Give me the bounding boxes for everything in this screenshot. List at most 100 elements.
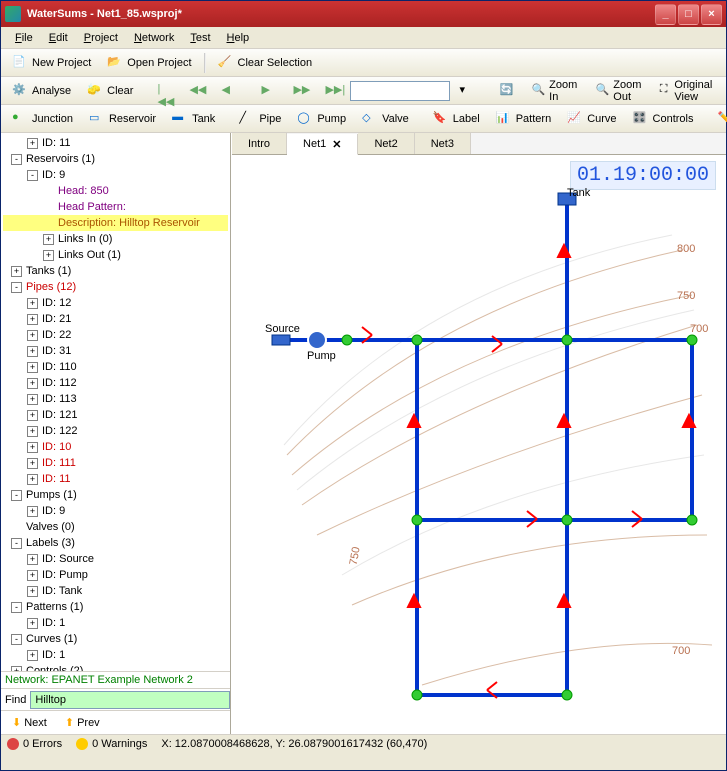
tree-expander[interactable]: + [27, 394, 38, 405]
maximize-button[interactable]: □ [678, 4, 699, 25]
network-canvas[interactable]: 01.19:00:00 [232, 155, 726, 734]
tree-row[interactable]: +Links Out (1) [3, 247, 228, 263]
find-input[interactable] [30, 691, 230, 709]
tree-row[interactable]: +ID: 113 [3, 391, 228, 407]
minimize-button[interactable]: _ [655, 4, 676, 25]
tab-net1[interactable]: Net1✕ [287, 134, 358, 155]
menu-edit[interactable]: Edit [41, 30, 76, 46]
tree-expander[interactable]: + [27, 474, 38, 485]
tree-row[interactable]: +ID: 10 [3, 439, 228, 455]
new-project-button[interactable]: 📄New Project [5, 52, 98, 74]
tree-row[interactable]: -Reservoirs (1) [3, 151, 228, 167]
tree-expander[interactable]: - [11, 602, 22, 613]
original-view-button[interactable]: ⛶Original View [653, 80, 725, 102]
tree-row[interactable]: +ID: Source [3, 551, 228, 567]
close-button[interactable]: × [701, 4, 722, 25]
curve-button[interactable]: 📈Curve [560, 108, 623, 130]
menu-file[interactable]: File [7, 30, 41, 46]
tree-row[interactable]: +Tanks (1) [3, 263, 228, 279]
clear-selection-button[interactable]: 🧹Clear Selection [211, 52, 320, 74]
tab-net3[interactable]: Net3 [415, 133, 471, 154]
tab-net2[interactable]: Net2 [358, 133, 414, 154]
tree-expander[interactable]: + [27, 362, 38, 373]
tree-expander[interactable]: + [27, 410, 38, 421]
valve-button[interactable]: ◇Valve [355, 108, 416, 130]
tree-row[interactable]: +ID: 110 [3, 359, 228, 375]
tree-row[interactable]: +ID: 9 [3, 503, 228, 519]
tree-row[interactable]: +ID: 31 [3, 343, 228, 359]
find-prev-button[interactable]: ⬆Prev [58, 713, 107, 732]
tree-expander[interactable]: - [11, 490, 22, 501]
tree-expander[interactable]: - [11, 634, 22, 645]
tree-expander[interactable]: - [27, 170, 38, 181]
time-dropdown-button[interactable]: ▾ [452, 80, 482, 102]
analyse-button[interactable]: ⚙️Analyse [5, 80, 78, 102]
tree-row[interactable]: -Curves (1) [3, 631, 228, 647]
fwd-button[interactable]: ▶▶ [286, 80, 316, 102]
tree-row[interactable]: +Links In (0) [3, 231, 228, 247]
menu-test[interactable]: Test [182, 30, 218, 46]
errors-status[interactable]: 0 Errors [7, 738, 62, 750]
tree-expander[interactable]: + [27, 138, 38, 149]
tree-expander[interactable]: + [27, 378, 38, 389]
tree-expander[interactable]: + [27, 570, 38, 581]
tree-row[interactable]: +ID: 1 [3, 615, 228, 631]
tree-row[interactable]: Valves (0) [3, 519, 228, 535]
tree-expander[interactable]: - [11, 282, 22, 293]
clear-button[interactable]: 🧽Clear [80, 80, 140, 102]
controls-button[interactable]: 🎛️Controls [626, 108, 701, 130]
tree-expander[interactable]: + [27, 618, 38, 629]
tree-expander[interactable]: + [27, 442, 38, 453]
tree-row[interactable]: Head: 850 [3, 183, 228, 199]
tree-expander[interactable]: + [43, 234, 54, 245]
tree-expander[interactable]: + [27, 330, 38, 341]
rewind-button[interactable]: ◀◀ [182, 80, 212, 102]
tree-row[interactable]: Head Pattern: [3, 199, 228, 215]
tree-row[interactable]: -Labels (3) [3, 535, 228, 551]
refresh-button[interactable]: 🔄 [492, 80, 522, 102]
tree-row[interactable]: +ID: 11 [3, 135, 228, 151]
tree-view[interactable]: +ID: 11-Reservoirs (1)-ID: 9Head: 850Hea… [1, 133, 230, 671]
tree-expander[interactable]: + [27, 586, 38, 597]
menu-help[interactable]: Help [219, 30, 258, 46]
tab-close-icon[interactable]: ✕ [332, 138, 341, 151]
tree-expander[interactable]: - [11, 538, 22, 549]
tree-row[interactable]: +ID: 12 [3, 295, 228, 311]
tree-row[interactable]: +ID: Pump [3, 567, 228, 583]
tree-row[interactable]: +ID: 21 [3, 311, 228, 327]
find-next-button[interactable]: ⬇Next [5, 713, 54, 732]
tree-row[interactable]: -Patterns (1) [3, 599, 228, 615]
tree-expander[interactable]: + [27, 314, 38, 325]
tree-row[interactable]: +ID: 11 [3, 471, 228, 487]
tree-expander[interactable]: - [11, 154, 22, 165]
pump-button[interactable]: ◯Pump [290, 108, 353, 130]
pipe-button[interactable]: ╱Pipe [232, 108, 288, 130]
tree-row[interactable]: Description: Hilltop Reservoir [3, 215, 228, 231]
tree-row[interactable]: +ID: 122 [3, 423, 228, 439]
pattern-button[interactable]: 📊Pattern [489, 108, 558, 130]
tree-expander[interactable]: + [27, 458, 38, 469]
tree-row[interactable]: +ID: Tank [3, 583, 228, 599]
tree-row[interactable]: +ID: 22 [3, 327, 228, 343]
tank-button[interactable]: ▬Tank [165, 108, 222, 130]
menu-network[interactable]: Network [126, 30, 182, 46]
rewind-full-button[interactable]: |◀◀ [150, 80, 180, 102]
tree-row[interactable]: +Controls (2) [3, 663, 228, 671]
tree-expander[interactable]: + [27, 426, 38, 437]
menu-project[interactable]: Project [76, 30, 126, 46]
tree-row[interactable]: -Pipes (12) [3, 279, 228, 295]
tree-expander[interactable]: + [11, 266, 22, 277]
reservoir-button[interactable]: ▭Reservoir [82, 108, 163, 130]
tree-row[interactable]: -Pumps (1) [3, 487, 228, 503]
tree-expander[interactable]: + [27, 298, 38, 309]
edit-button[interactable]: ✏️Edit [711, 108, 727, 130]
tree-expander[interactable]: + [27, 650, 38, 661]
open-project-button[interactable]: 📂Open Project [100, 52, 198, 74]
time-input[interactable] [350, 81, 450, 101]
tree-expander[interactable]: + [27, 506, 38, 517]
tree-row[interactable]: +ID: 112 [3, 375, 228, 391]
warnings-status[interactable]: 0 Warnings [76, 738, 147, 750]
label-button[interactable]: 🔖Label [426, 108, 487, 130]
zoom-in-button[interactable]: 🔍Zoom In [524, 80, 586, 102]
step-fwd-button[interactable]: ▶ [254, 80, 284, 102]
